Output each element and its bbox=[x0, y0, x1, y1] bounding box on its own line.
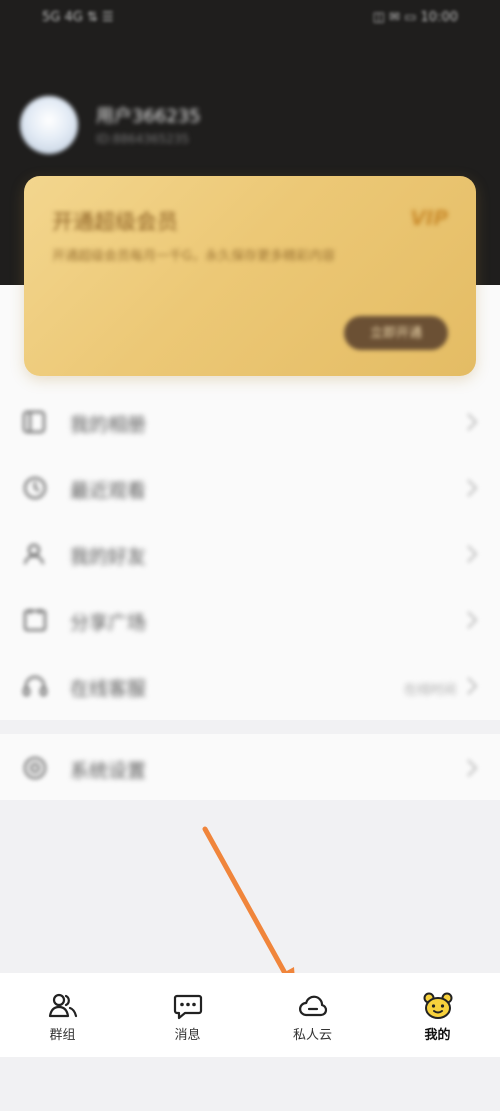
menu-item-album[interactable]: 我的相册 bbox=[0, 389, 500, 455]
tab-label: 私人云 bbox=[292, 1028, 332, 1043]
tab-mine[interactable]: 我的 bbox=[375, 973, 500, 1057]
status-time-battery: ◫ ✉ ▭ 10:00 bbox=[372, 10, 458, 25]
menu-item-share-square[interactable]: 分享广场 bbox=[0, 587, 500, 653]
status-signal: 5G 4G ⇅ ☰ bbox=[42, 10, 114, 25]
tab-label: 消息 bbox=[174, 1028, 201, 1043]
headset-icon bbox=[22, 675, 48, 697]
bear-face-icon bbox=[423, 992, 453, 1019]
menu-label: 最近观看 bbox=[70, 480, 147, 502]
tab-label: 群组 bbox=[49, 1028, 76, 1043]
tab-label: 我的 bbox=[424, 1028, 451, 1043]
chevron-right-icon bbox=[467, 479, 478, 497]
group-icon bbox=[48, 993, 78, 1018]
chevron-right-icon bbox=[467, 759, 478, 777]
menu-label: 我的相册 bbox=[70, 414, 147, 436]
menu-label: 系统设置 bbox=[70, 760, 147, 782]
vip-title: 开通超级会员 bbox=[52, 210, 178, 234]
chevron-right-icon bbox=[467, 611, 478, 629]
cloud-icon bbox=[299, 995, 328, 1017]
message-icon bbox=[173, 994, 203, 1020]
vip-open-button[interactable]: 立即开通 bbox=[344, 316, 448, 350]
album-icon bbox=[22, 410, 46, 434]
bottom-tab-bar: 群组 消息 私人云 我的 bbox=[0, 973, 500, 1057]
menu-item-recent[interactable]: 最近观看 bbox=[0, 455, 500, 521]
menu-item-customer-service[interactable]: 在线客服 在线时间 bbox=[0, 653, 500, 719]
friends-icon bbox=[23, 543, 45, 565]
chevron-right-icon bbox=[467, 413, 478, 431]
user-id: ID:8864365235 bbox=[96, 132, 190, 146]
menu-item-friends[interactable]: 我的好友 bbox=[0, 521, 500, 587]
tab-messages[interactable]: 消息 bbox=[125, 973, 250, 1057]
share-square-icon bbox=[23, 609, 47, 632]
tab-private-cloud[interactable]: 私人云 bbox=[250, 973, 375, 1057]
menu-item-settings[interactable]: 系统设置 bbox=[0, 735, 500, 801]
settings-icon bbox=[23, 756, 47, 780]
chevron-right-icon bbox=[467, 677, 478, 695]
status-bar: 5G 4G ⇅ ☰ ◫ ✉ ▭ 10:00 bbox=[0, 0, 500, 38]
service-hours: 在线时间 bbox=[403, 683, 456, 698]
chevron-right-icon bbox=[467, 545, 478, 563]
menu-label: 分享广场 bbox=[70, 612, 147, 634]
bottom-safe-area bbox=[0, 1057, 500, 1111]
user-name[interactable]: 用户366235 bbox=[96, 102, 201, 128]
section-divider bbox=[0, 720, 500, 734]
menu-label: 我的好友 bbox=[70, 546, 147, 568]
tab-group[interactable]: 群组 bbox=[0, 973, 125, 1057]
recent-icon bbox=[23, 476, 47, 500]
vip-card[interactable]: 开通超级会员 VIP 开通超级会员每月一千G，永久保存更多精彩内容 立即开通 bbox=[24, 176, 476, 376]
vip-badge: VIP bbox=[410, 206, 448, 230]
avatar[interactable] bbox=[20, 96, 78, 154]
vip-description: 开通超级会员每月一千G，永久保存更多精彩内容 bbox=[52, 249, 336, 264]
menu-label: 在线客服 bbox=[70, 678, 147, 700]
